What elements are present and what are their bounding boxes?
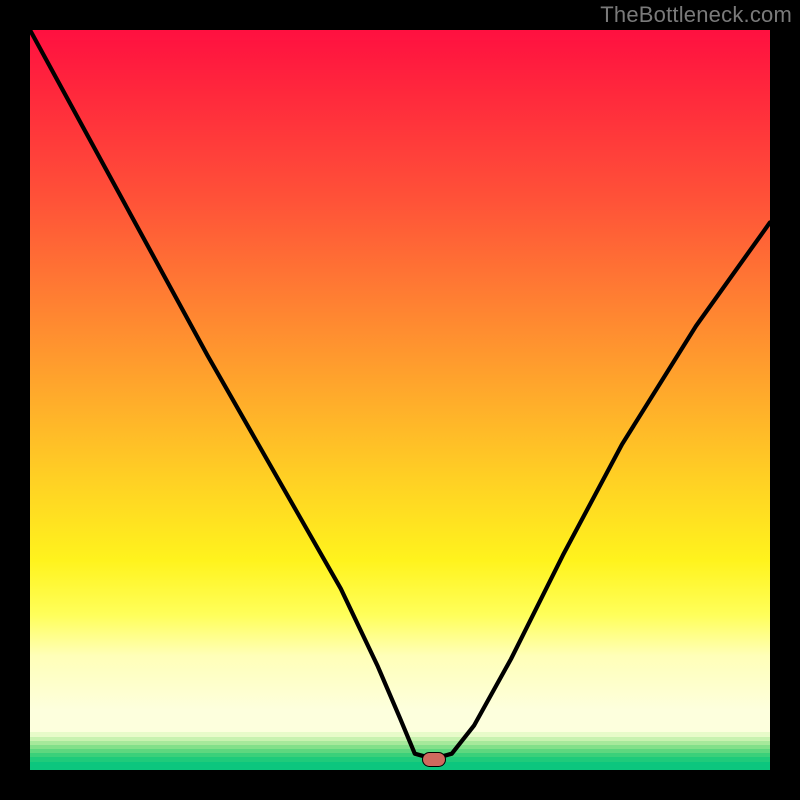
- bottleneck-curve: [30, 30, 770, 770]
- curve-path: [30, 30, 770, 759]
- watermark-text: TheBottleneck.com: [600, 2, 792, 28]
- chart-frame: TheBottleneck.com: [0, 0, 800, 800]
- optimal-point-marker: [422, 752, 446, 767]
